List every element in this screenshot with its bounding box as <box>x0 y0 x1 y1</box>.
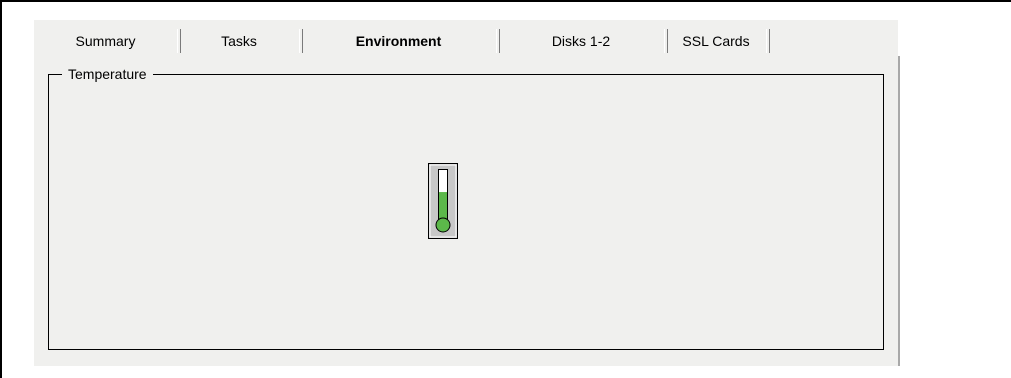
tab-environment[interactable]: Environment <box>301 27 496 55</box>
tab-tasks[interactable]: Tasks <box>179 27 299 55</box>
temperature-group <box>48 74 884 350</box>
tab-separator <box>766 29 770 53</box>
thermometer-bulb <box>435 217 451 233</box>
panel-right-edge <box>898 56 900 366</box>
temperature-legend: Temperature <box>62 65 153 83</box>
tab-summary[interactable]: Summary <box>34 27 177 55</box>
thermometer-fill <box>439 192 447 219</box>
tab-ssl-cards[interactable]: SSL Cards <box>666 27 766 55</box>
thermometer-icon <box>428 163 458 239</box>
tab-bar: Summary Tasks Environment Disks 1-2 SSL … <box>34 27 898 55</box>
tab-disks[interactable]: Disks 1-2 <box>498 27 664 55</box>
